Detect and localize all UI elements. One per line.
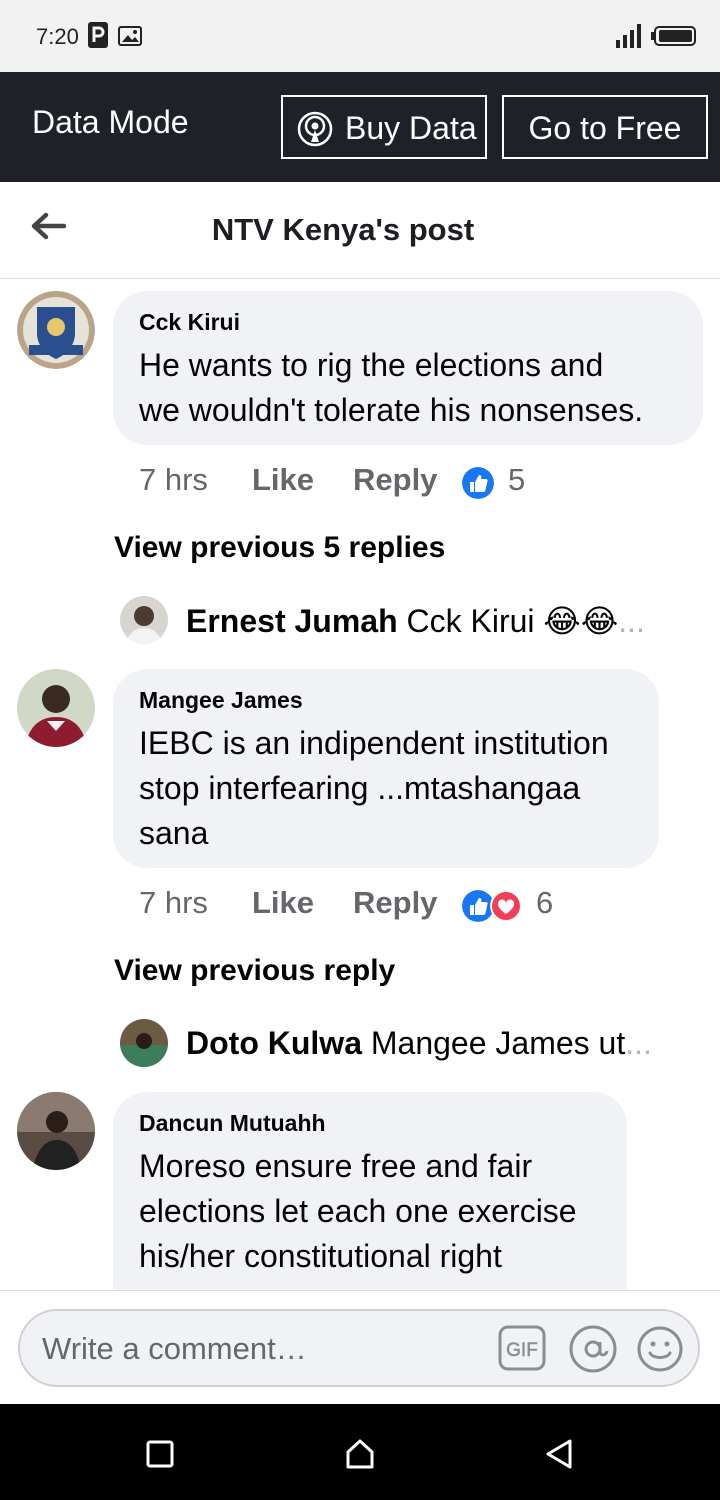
system-navigation-bar [0, 1404, 720, 1500]
reply-text: Cck Kirui 😂😂 [406, 603, 619, 639]
comment-bubble[interactable]: Cck Kirui He wants to rig the elections … [113, 291, 703, 445]
avatar-small[interactable] [120, 596, 168, 644]
status-bar: 7:20 [0, 0, 720, 72]
avatar-image [17, 669, 95, 747]
post-header: NTV Kenya's post [0, 182, 720, 279]
comment-author[interactable]: Cck Kirui [139, 309, 240, 336]
status-time: 7:20 [36, 24, 79, 49]
comment-time: 7 hrs [139, 885, 208, 920]
view-previous-replies-link[interactable]: View previous reply [114, 954, 395, 988]
data-mode-bar: Data Mode Buy Data Go to Free [0, 72, 720, 182]
parking-notification-icon [88, 22, 108, 48]
reply-author[interactable]: Doto Kulwa [186, 1025, 362, 1061]
comment-text: Moreso ensure free and fair elections le… [139, 1144, 577, 1279]
love-reaction-icon[interactable] [490, 890, 522, 922]
view-previous-replies-link[interactable]: View previous 5 replies [114, 531, 445, 565]
avatar[interactable] [17, 669, 95, 747]
avatar-image [120, 1019, 168, 1067]
buy-data-button[interactable]: Buy Data [281, 95, 487, 159]
nav-back-icon[interactable] [544, 1438, 574, 1470]
comment-line: elections let each one exercise [139, 1193, 577, 1229]
recent-apps-icon[interactable] [146, 1440, 174, 1468]
comment-text: He wants to rig the elections and we wou… [139, 343, 643, 433]
reply-button[interactable]: Reply [353, 462, 437, 498]
avatar-image [120, 596, 168, 644]
comment-line: IEBC is an indipendent institution [139, 725, 609, 761]
avatar-badge-image [17, 291, 95, 369]
svg-text:GIF: GIF [506, 1340, 538, 1361]
emoji-icon[interactable] [636, 1325, 684, 1373]
battery-icon [651, 26, 696, 46]
home-icon[interactable] [344, 1438, 376, 1470]
avatar[interactable] [17, 291, 95, 369]
buy-data-label: Buy Data [345, 110, 477, 146]
like-button[interactable]: Like [252, 462, 314, 498]
comment-composer: Write a comment… GIF [0, 1290, 720, 1405]
comment-line: Moreso ensure free and fair [139, 1148, 533, 1184]
comments-feed[interactable]: Cck Kirui He wants to rig the elections … [0, 279, 720, 1290]
comment-bubble[interactable]: Dancun Mutuahh Moreso ensure free and fa… [113, 1092, 627, 1290]
reply-author[interactable]: Ernest Jumah [186, 603, 398, 639]
comment-bubble[interactable]: Mangee James IEBC is an indipendent inst… [113, 669, 659, 868]
go-to-free-label: Go to Free [528, 110, 682, 146]
page-title: NTV Kenya's post [211, 212, 475, 247]
reply-ellipsis: ... [625, 1025, 652, 1061]
go-to-free-button[interactable]: Go to Free [502, 95, 708, 159]
like-reaction-icon[interactable] [462, 467, 494, 499]
reply-preview[interactable]: Ernest Jumah Cck Kirui 😂😂... [186, 602, 645, 640]
comment-line: stop interfearing ...mtashangaa [139, 770, 581, 806]
comment-input[interactable]: Write a comment… GIF [18, 1309, 700, 1387]
comment-line: his/her constitutional right [139, 1238, 502, 1274]
comment-time: 7 hrs [139, 462, 208, 497]
broadcast-icon [297, 111, 333, 147]
avatar-small[interactable] [120, 1019, 168, 1067]
image-notification-icon [118, 26, 142, 46]
comment-author[interactable]: Dancun Mutuahh [139, 1110, 326, 1137]
avatar[interactable] [17, 1092, 95, 1170]
reply-text: Mangee James ut [370, 1025, 626, 1061]
avatar-image [17, 1092, 95, 1170]
reaction-count[interactable]: 5 [508, 462, 525, 498]
comment-line: He wants to rig the elections and [139, 347, 604, 383]
signal-icon [616, 24, 641, 48]
reply-button[interactable]: Reply [353, 885, 437, 921]
gif-icon[interactable]: GIF [498, 1325, 546, 1371]
reaction-count[interactable]: 6 [536, 885, 553, 921]
comment-line: sana [139, 815, 209, 851]
reply-preview[interactable]: Doto Kulwa Mangee James ut... [186, 1025, 652, 1062]
comment-placeholder: Write a comment… [42, 1331, 307, 1366]
data-mode-label: Data Mode [32, 104, 189, 140]
reply-ellipsis: ... [618, 603, 645, 639]
comment-author[interactable]: Mangee James [139, 687, 303, 714]
comment-line: we wouldn't tolerate his nonsenses. [139, 392, 644, 428]
comment-text: IEBC is an indipendent institution stop … [139, 721, 609, 856]
like-button[interactable]: Like [252, 885, 314, 921]
comment-meta: 7 hrs [139, 462, 208, 498]
at-icon[interactable] [568, 1325, 618, 1373]
